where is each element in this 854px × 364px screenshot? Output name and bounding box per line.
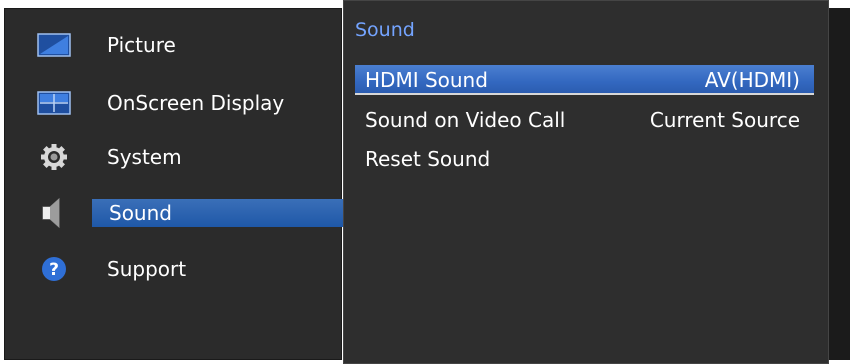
row-name: HDMI Sound [365,68,488,92]
speaker-icon [37,197,71,229]
submenu-row-reset-sound[interactable]: Reset Sound [355,144,814,174]
svg-text:?: ? [49,260,59,280]
submenu-row-sound-on-video-call[interactable]: Sound on Video Call Current Source [355,105,814,135]
row-value: AV(HDMI) [704,68,800,92]
menu-item-system[interactable]: System [5,133,343,181]
menu-item-picture[interactable]: Picture [5,21,343,69]
menu-item-support[interactable]: ? Support [5,245,343,293]
menu-item-label: OnScreen Display [107,91,285,115]
screen-edge [829,8,850,360]
sound-submenu: Sound HDMI Sound AV(HDMI) Sound on Video… [343,0,829,364]
menu-item-onscreen-display[interactable]: OnScreen Display [5,79,343,127]
settings-screen: Picture OnScreen Display System Sound ? … [0,0,854,364]
menu-item-label: System [107,145,182,169]
row-value: Current Source [649,108,800,132]
submenu-title: Sound [355,19,415,41]
onscreen-display-icon [37,89,71,117]
menu-item-sound[interactable]: Sound [5,189,344,237]
menu-item-label: Picture [107,33,176,57]
row-name: Sound on Video Call [365,108,566,132]
submenu-row-hdmi-sound[interactable]: HDMI Sound AV(HDMI) [355,65,814,95]
picture-icon [37,31,71,59]
menu-item-label: Sound [109,201,172,225]
menu-item-label: Support [107,257,187,281]
main-menu: Picture OnScreen Display System Sound ? … [4,8,344,360]
row-name: Reset Sound [365,147,491,171]
help-icon: ? [37,255,71,283]
gear-icon [37,143,71,171]
